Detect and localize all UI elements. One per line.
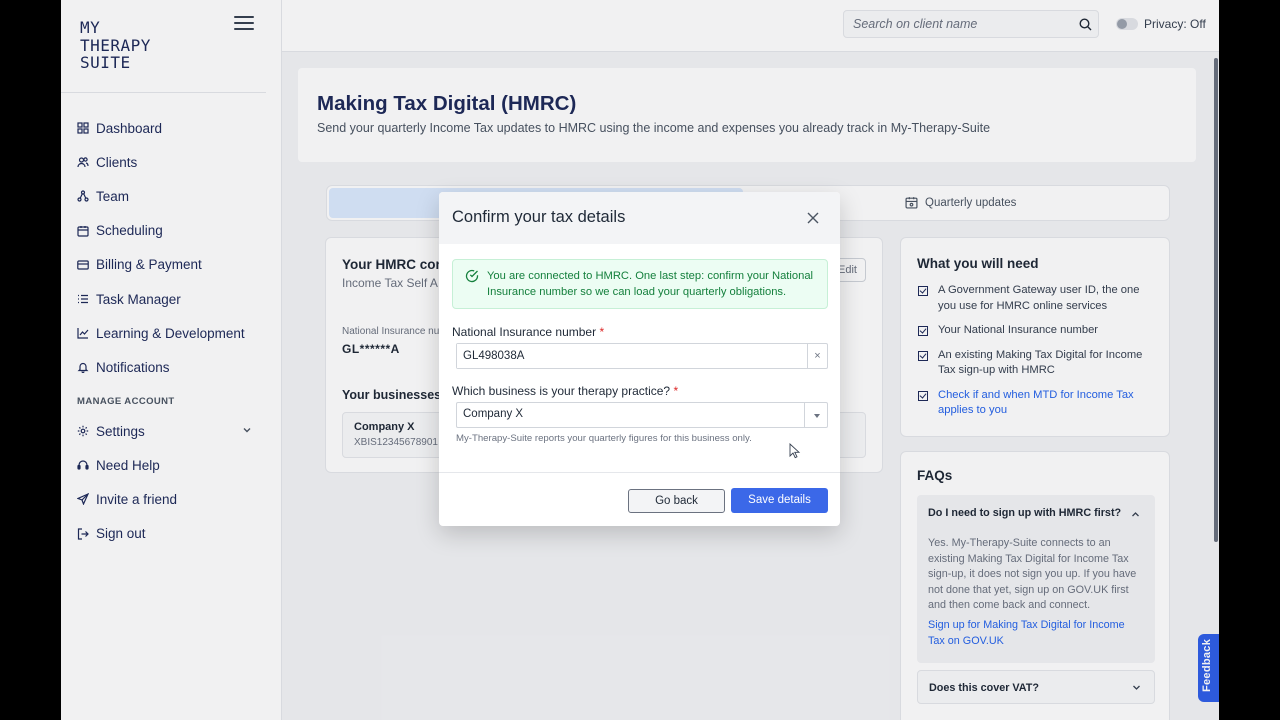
ni-input[interactable] xyxy=(457,344,797,368)
success-alert: You are connected to HMRC. One last step… xyxy=(452,259,828,309)
dialog-header: Confirm your tax details xyxy=(439,192,840,244)
clear-button[interactable]: × xyxy=(807,344,827,368)
required-marker: * xyxy=(599,325,605,339)
app-window: MY THERAPY SUITE Dashboard Clients Team … xyxy=(61,0,1219,720)
label-text: National Insurance number xyxy=(452,325,597,339)
required-marker: * xyxy=(673,384,679,398)
ni-field: × xyxy=(456,343,828,369)
business-help-text: My-Therapy-Suite reports your quarterly … xyxy=(456,433,752,444)
caret-down-icon[interactable] xyxy=(804,403,827,427)
business-field-label: Which business is your therapy practice?… xyxy=(452,384,678,398)
dialog-divider xyxy=(439,472,840,473)
dialog-title: Confirm your tax details xyxy=(452,208,626,226)
label-text: Which business is your therapy practice? xyxy=(452,384,671,398)
close-icon[interactable] xyxy=(805,210,821,226)
alert-text: You are connected to HMRC. One last step… xyxy=(487,270,814,298)
mouse-cursor-icon xyxy=(789,443,801,459)
save-details-button[interactable]: Save details xyxy=(731,488,828,513)
business-select[interactable]: Company X xyxy=(456,402,828,428)
business-select-value: Company X xyxy=(463,408,524,420)
check-circle-icon xyxy=(465,269,479,283)
ni-field-label: National Insurance number * xyxy=(452,325,604,339)
go-back-button[interactable]: Go back xyxy=(628,489,725,513)
confirm-tax-details-dialog: Confirm your tax details You are connect… xyxy=(439,192,840,526)
